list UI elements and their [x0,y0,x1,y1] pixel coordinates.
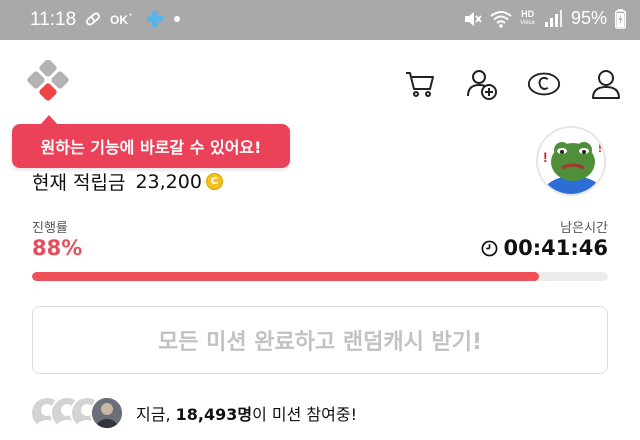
header-actions [402,66,624,102]
participants-prefix: 지금, [136,405,176,424]
wifi-icon [490,10,512,28]
four-squares-logo-icon [27,59,69,101]
current-points: 현재 적립금 23,200 C [32,168,223,195]
user-avatar[interactable]: ! ! [536,126,606,196]
clock-icon [481,240,497,256]
signal-icon [544,9,562,27]
cart-button[interactable] [402,66,438,102]
coin-icon: C [205,173,223,190]
progress-bar [32,272,608,281]
claim-random-cash-button[interactable]: 모든 미션 완료하고 랜덤캐시 받기! [32,306,608,374]
battery-percent: 95% [570,8,607,28]
participants-row: 지금, 18,493명이 미션 참여중! [30,396,357,430]
status-notification-icons: OK * [84,10,182,28]
mute-icon [465,11,482,26]
ok-cashbag-icon: OK * [110,12,132,27]
frog-avatar-icon: ! ! [538,128,604,194]
svg-text:*: * [129,12,132,21]
add-friend-button[interactable] [464,66,500,102]
pill-icon [86,12,100,26]
participant-avatar-photo [90,396,124,430]
participants-suffix: 이 미션 참여중! [252,405,357,424]
shortcut-tooltip[interactable]: 원하는 기능에 바로갈 수 있어요! [12,115,290,168]
person-photo-icon [92,398,122,428]
svg-text:!: ! [598,141,602,155]
status-system-icons: HD Voice 95% [462,8,626,29]
participants-count: 18,493명 [175,405,253,424]
status-bar: 11:18 OK * HD Voice 95% [0,0,640,40]
remaining-time: 00:41:46 [481,236,608,260]
participant-avatars [30,396,124,430]
tooltip-text: 원하는 기능에 바로갈 수 있어요! [40,138,262,157]
claim-button-label: 모든 미션 완료하고 랜덤캐시 받기! [157,330,483,355]
svg-text:!: ! [543,149,548,165]
progress-label: 진행률 [32,221,68,236]
battery-charging-icon [615,8,626,29]
cash-icon [527,72,561,96]
add-friend-icon [467,70,497,100]
profile-button[interactable] [588,66,624,102]
participants-text: 지금, 18,493명이 미션 참여중! [136,401,357,425]
progress-value: 88% [32,236,83,260]
dot-icon [174,16,180,22]
remaining-time-value: 00:41:46 [503,236,608,260]
remaining-time-label: 남은시간 [560,221,608,236]
profile-icon [592,70,620,99]
svg-text:OK: OK [110,13,128,27]
status-time: 11:18 [30,9,77,30]
progress-bar-fill [32,272,539,281]
app-logo[interactable] [26,59,74,108]
points-value: 23,200 [135,170,202,193]
points-label: 현재 적립금 [32,172,126,194]
cart-icon [406,72,434,97]
cash-button[interactable] [526,66,562,102]
hd-voice-badge: HD Voice [520,8,535,26]
medical-cross-icon [147,11,163,27]
